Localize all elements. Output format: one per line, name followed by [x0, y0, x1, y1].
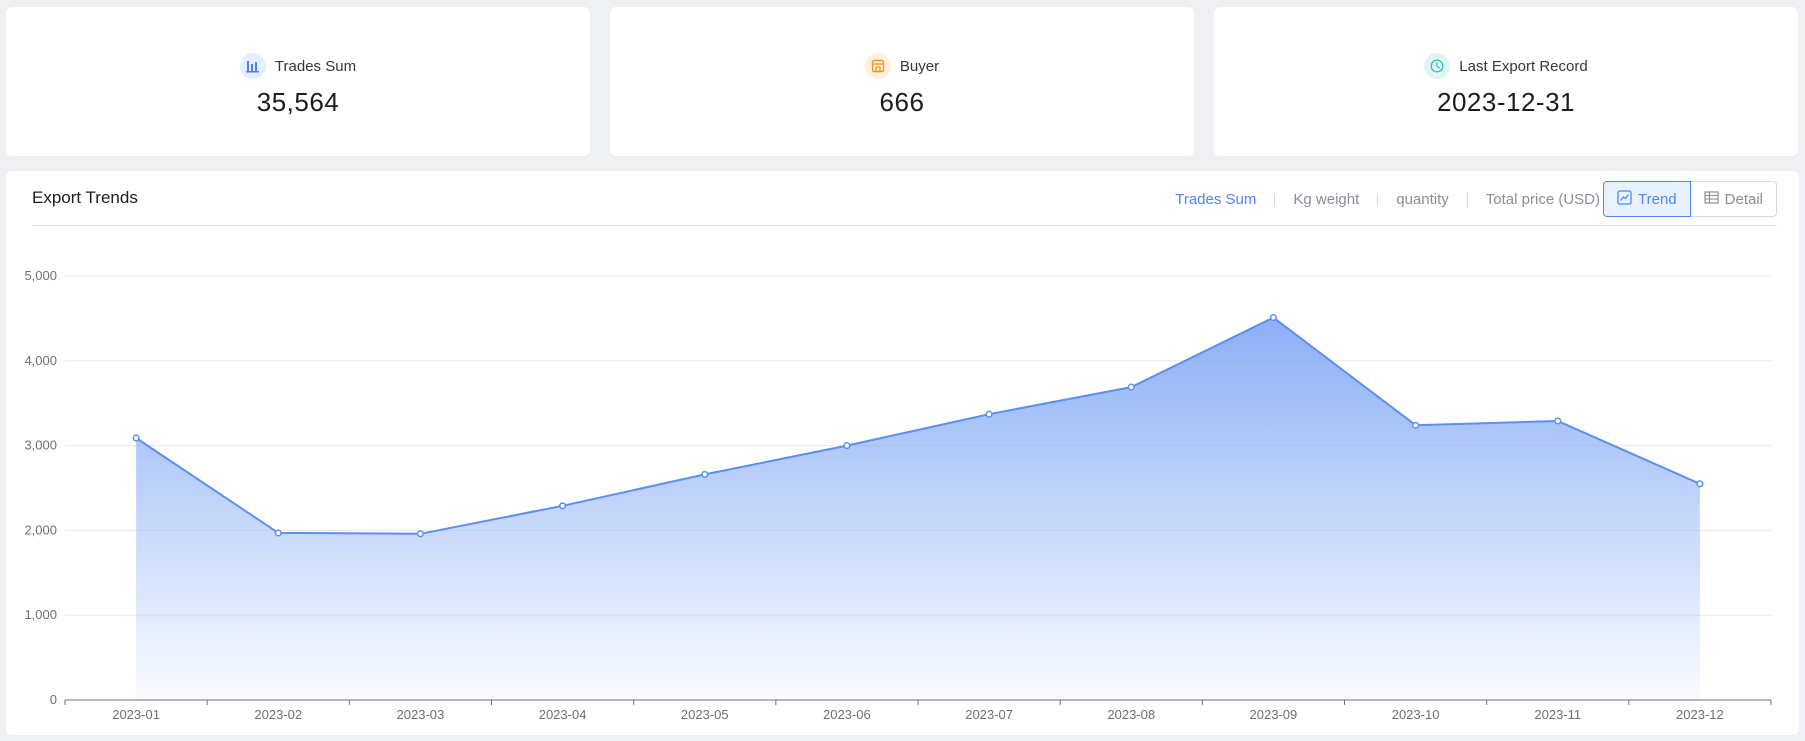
data-point	[559, 502, 567, 510]
stat-card-trades-sum: Trades Sum 35,564	[6, 7, 590, 156]
data-point	[985, 410, 993, 418]
x-tick-label: 2023-02	[254, 707, 302, 722]
data-point	[1412, 421, 1420, 429]
store-icon	[864, 53, 891, 79]
stat-value: 2023-12-31	[1437, 87, 1575, 117]
clock-icon	[1424, 53, 1451, 79]
y-tick-label: 0	[50, 692, 57, 707]
y-tick-label: 5,000	[24, 268, 57, 283]
stat-label-row: Last Export Record	[1214, 53, 1798, 79]
stat-value: 35,564	[256, 87, 340, 117]
stat-value: 666	[879, 87, 925, 117]
x-tick-label: 2023-04	[539, 707, 587, 722]
data-point	[274, 529, 282, 537]
x-tick-label: 2023-03	[397, 707, 445, 722]
bar-chart-icon	[239, 53, 266, 79]
x-tick-label: 2023-06	[823, 707, 871, 722]
data-point	[1127, 383, 1135, 391]
stat-card-buyer: Buyer 666	[610, 7, 1194, 156]
stat-label-row: Trades Sum	[6, 53, 590, 79]
x-tick-label: 2023-09	[1250, 707, 1298, 722]
series-area-fill	[136, 317, 1700, 700]
stat-label: Buyer	[899, 57, 940, 75]
y-tick-label: 1,000	[24, 607, 57, 622]
x-tick-label: 2023-08	[1107, 707, 1155, 722]
y-tick-label: 2,000	[24, 522, 57, 537]
series-area	[135, 316, 1701, 700]
x-tick-label: 2023-01	[112, 707, 160, 722]
stat-label: Trades Sum	[274, 57, 357, 75]
y-axis-ticks: 0 1,000 2,000 3,000 4,000 5,000	[24, 268, 57, 707]
export-trends-chart: 01,0002,0003,0004,0005,000 2023-01 2023-0…	[24, 268, 1772, 722]
data-point	[416, 530, 424, 538]
x-tick-label: 2023-10	[1392, 707, 1440, 722]
data-point	[1269, 314, 1277, 322]
x-axis: 2023-01 2023-02 2023-03 2023-04 2023-05 2023-…	[64, 699, 1772, 722]
data-point	[701, 470, 709, 478]
y-tick-label: 3,000	[24, 438, 57, 453]
stat-card-last-export: Last Export Record 2023-12-31	[1214, 7, 1798, 156]
stat-label-row: Buyer	[610, 53, 1194, 79]
x-tick-label: 2023-11	[1534, 707, 1581, 722]
data-point	[132, 434, 140, 442]
y-tick-label: 4,000	[24, 353, 57, 368]
x-tick-label: 2023-05	[681, 707, 729, 722]
data-point	[843, 442, 851, 450]
data-point	[1554, 417, 1562, 425]
export-trends-panel: Export Trends Trades Sum Kg weight quant…	[6, 171, 1799, 735]
data-point	[1696, 480, 1704, 488]
x-tick-label: 2023-07	[965, 707, 1013, 722]
stat-label: Last Export Record	[1459, 57, 1588, 75]
x-tick-label: 2023-12	[1676, 707, 1724, 722]
